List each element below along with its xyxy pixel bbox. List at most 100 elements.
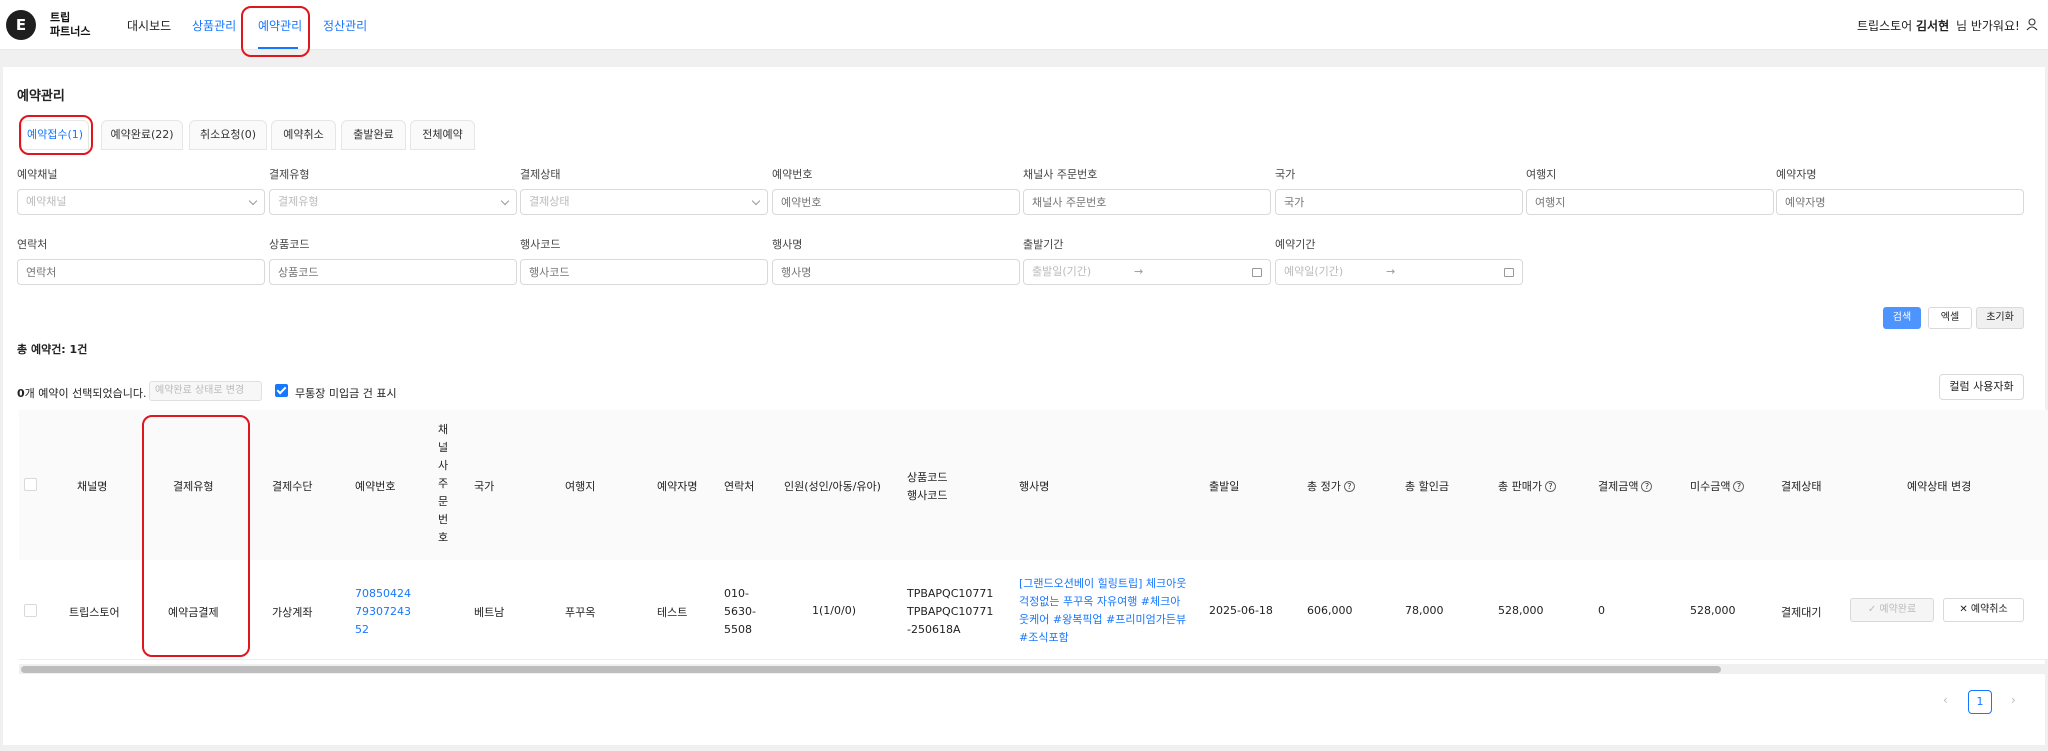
tab-departed[interactable]: 출발완료	[341, 120, 406, 150]
search-button[interactable]: 검색	[1883, 307, 1921, 329]
th-unpaid-label: 미수금액	[1690, 480, 1731, 493]
filter-channel-select[interactable]: 예약채널	[17, 189, 265, 215]
filter-label-booking-range: 예약기간	[1275, 238, 1316, 251]
nav-settlement[interactable]: 정산관리	[323, 17, 367, 34]
next-page-icon[interactable]: ›	[2011, 693, 2016, 707]
filter-label-destination: 여행지	[1526, 168, 1557, 181]
bulk-status-select[interactable]: 예약완료 상태로 변경	[149, 381, 262, 401]
filter-departure-range-picker[interactable]: 출발일(기간) →	[1023, 259, 1271, 285]
help-icon[interactable]: ?	[1544, 481, 1556, 492]
tab-all[interactable]: 전체예약	[410, 120, 475, 150]
filter-country-input[interactable]	[1275, 189, 1523, 215]
booking-no-line: 52	[355, 623, 369, 636]
page-1-button[interactable]: 1	[1968, 690, 1992, 714]
th-people: 인원(성인/아동/유아)	[784, 480, 881, 493]
excel-button[interactable]: 엑셀	[1928, 307, 1972, 329]
filter-booker-input[interactable]	[1776, 189, 2024, 215]
user-name: 김서현	[1916, 19, 1950, 33]
cell-unpaid: 528,000	[1690, 604, 1736, 617]
close-icon: ✕	[1959, 604, 1971, 615]
booking-no-line: 70850424	[355, 587, 411, 600]
user-icon[interactable]	[2026, 18, 2038, 31]
unpaid-checkbox-label: 무통장 미입금 건 표시	[295, 387, 397, 400]
th-channel-order-char: 문	[437, 495, 449, 508]
booking-no-line: 79307243	[355, 605, 411, 618]
filter-paytype-select[interactable]: 결제유형	[269, 189, 517, 215]
cell-event-name-link[interactable]: [그랜드오션베이 힐링트립] 체크아웃 걱정없는 푸꾸옥 자유여행 #체크아 웃…	[1019, 575, 1186, 647]
tab-completed[interactable]: 예약완료(22)	[101, 120, 183, 150]
store-name: 트립스토어	[1857, 19, 1913, 33]
event-name-line: [그랜드오션베이 힐링트립] 체크아웃	[1019, 577, 1187, 590]
filter-channel-placeholder: 예약채널	[26, 195, 67, 208]
logo-line1: 트립	[50, 11, 71, 24]
cell-total-sale: 528,000	[1498, 604, 1544, 617]
th-total-discount: 총 할인금	[1405, 480, 1449, 493]
logo-icon[interactable]: E	[6, 10, 36, 40]
th-channel-order-char: 호	[437, 531, 449, 544]
nav-dashboard[interactable]: 대시보드	[127, 17, 171, 34]
total-count: 총 예약건: 1건	[17, 343, 88, 356]
th-country: 국가	[474, 480, 495, 493]
horizontal-scrollbar-thumb[interactable]	[21, 666, 1721, 673]
filter-channel-order-input[interactable]	[1023, 189, 1271, 215]
filter-booking-range-picker[interactable]: 예약일(기간) →	[1275, 259, 1523, 285]
chevron-down-icon	[248, 196, 258, 206]
nav-products[interactable]: 상품관리	[192, 17, 236, 34]
cell-pay-method: 가상계좌	[272, 606, 313, 619]
cell-departure: 2025-06-18	[1209, 604, 1273, 617]
check-icon: ✓	[1867, 604, 1880, 615]
cell-country: 베트남	[474, 606, 505, 619]
cell-booking-no-link[interactable]: 70850424 79307243 52	[355, 585, 411, 639]
th-pay-method: 결제수단	[272, 480, 313, 493]
th-destination: 여행지	[565, 480, 596, 493]
filter-bookingno-input[interactable]	[772, 189, 1020, 215]
cell-channel: 트립스토어	[69, 606, 120, 619]
highlight-tab-received	[19, 115, 93, 155]
complete-booking-button[interactable]: ✓ 예약완료	[1850, 598, 1934, 622]
th-paid-label: 결제금액	[1598, 480, 1639, 493]
filter-destination-input[interactable]	[1526, 189, 1774, 215]
th-event-code: 행사코드	[907, 489, 948, 502]
selected-text: 개 예약이 선택되었습니다.	[24, 387, 147, 400]
row-checkbox[interactable]	[24, 604, 37, 617]
tab-cancel-request[interactable]: 취소요청(0)	[189, 120, 267, 150]
filter-product-code-input[interactable]	[269, 259, 517, 285]
th-channel-order-char: 널	[437, 441, 449, 454]
filter-event-name-input[interactable]	[772, 259, 1020, 285]
th-channel: 채널명	[77, 480, 108, 493]
filter-label-channel: 예약채널	[17, 168, 58, 181]
column-customize-button[interactable]: 컬럼 사용자화	[1939, 374, 2024, 400]
selected-count: 0	[17, 387, 25, 400]
th-channel-order: 채 널 사 주 문 번 호	[436, 421, 450, 547]
cell-people: 1(1/0/0)	[812, 604, 856, 617]
filter-paystatus-select[interactable]: 결제상태	[520, 189, 768, 215]
th-contact: 연락처	[724, 480, 755, 493]
cell-paid: 0	[1598, 604, 1605, 617]
unpaid-checkbox[interactable]	[275, 384, 288, 397]
prev-page-icon[interactable]: ‹	[1943, 693, 1948, 707]
th-product-code: 상품코드	[907, 471, 948, 484]
code-line: TPBAPQC10771	[907, 587, 994, 600]
cancel-booking-label: 예약취소	[1970, 604, 2008, 615]
tab-cancelled[interactable]: 예약취소	[271, 120, 336, 150]
th-departure: 출발일	[1209, 480, 1240, 493]
th-channel-order-char: 주	[437, 477, 449, 490]
help-icon[interactable]: ?	[1343, 481, 1355, 492]
help-icon[interactable]: ?	[1641, 481, 1653, 492]
cell-total-discount: 78,000	[1405, 604, 1444, 617]
arrow-right-icon: →	[1386, 265, 1396, 278]
filter-label-bookingno: 예약번호	[772, 168, 813, 181]
filter-label-country: 국가	[1275, 168, 1296, 181]
th-total-price-label: 총 정가	[1307, 480, 1341, 493]
filter-label-product-code: 상품코드	[269, 238, 310, 251]
cell-total-price: 606,000	[1307, 604, 1353, 617]
reset-button[interactable]: 초기화	[1976, 307, 2024, 329]
filter-event-code-input[interactable]	[520, 259, 768, 285]
select-all-checkbox[interactable]	[24, 478, 37, 491]
cancel-booking-button[interactable]: ✕ 예약취소	[1943, 598, 2024, 622]
logo-text: 트립 파트너스	[50, 11, 90, 39]
filter-contact-input[interactable]	[17, 259, 265, 285]
cell-contact: 010- 5630- 5508	[724, 585, 756, 639]
th-channel-order-char: 사	[437, 459, 449, 472]
help-icon[interactable]: ?	[1733, 481, 1745, 492]
